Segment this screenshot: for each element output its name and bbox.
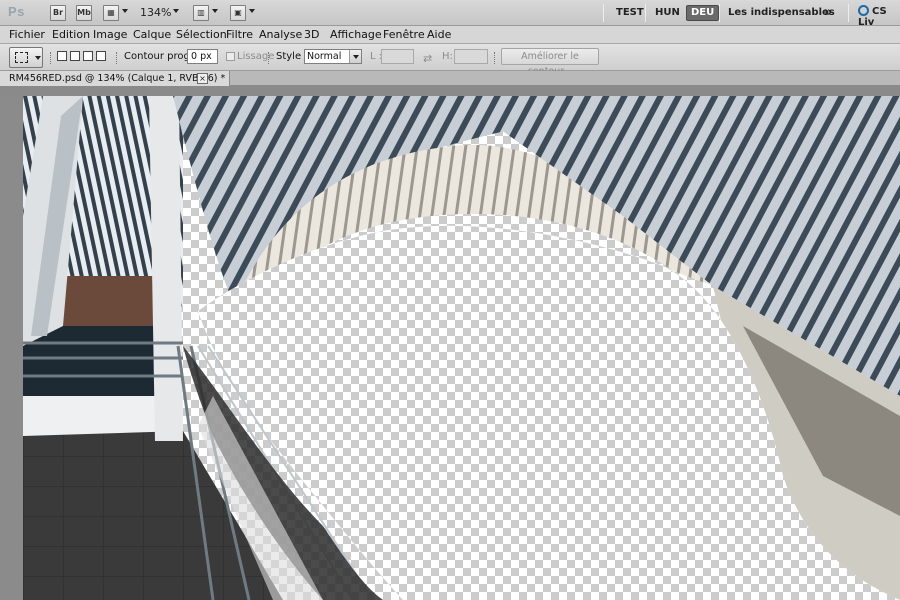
- feather-input[interactable]: 0 px: [187, 49, 218, 64]
- menu-filtre[interactable]: Filtre: [226, 28, 253, 41]
- tool-preset-picker[interactable]: [9, 47, 43, 68]
- divider: [719, 4, 720, 22]
- mini-bridge-button[interactable]: Mb: [76, 5, 92, 21]
- zoom-level[interactable]: 134%: [140, 6, 171, 19]
- menu-edition[interactable]: Edition: [52, 28, 90, 41]
- menu-3d[interactable]: 3D: [304, 28, 319, 41]
- screen-mode-button[interactable]: ▣: [230, 5, 246, 21]
- application-bar: Ps Br Mb ▦ 134% ▥ ▣ TEST HUN DEU Les ind…: [0, 0, 900, 28]
- menu-selection[interactable]: Sélection: [176, 28, 227, 41]
- menu-analyse[interactable]: Analyse: [259, 28, 302, 41]
- height-label: H:: [442, 51, 453, 62]
- photo-layer: [23, 96, 900, 600]
- view-extras-button[interactable]: ▦: [103, 5, 119, 21]
- chevron-down-icon[interactable]: [122, 9, 128, 13]
- document-tab-strip: RM456RED.psd @ 134% (Calque 1, RVB/16) *…: [0, 71, 900, 86]
- cs-live-button[interactable]: CS Liv: [858, 5, 900, 28]
- divider: [645, 4, 646, 22]
- divider: [50, 52, 52, 64]
- workspace-deu-active[interactable]: DEU: [686, 5, 720, 21]
- add-to-selection-icon[interactable]: [70, 51, 80, 61]
- divider: [494, 52, 496, 64]
- chevron-down-icon[interactable]: [173, 9, 179, 13]
- chevron-down-icon[interactable]: [249, 9, 255, 13]
- arrange-icon: ▥: [197, 8, 205, 17]
- chevron-down-icon: [35, 56, 41, 60]
- width-input[interactable]: [381, 49, 414, 64]
- menu-calque[interactable]: Calque: [133, 28, 171, 41]
- divider: [116, 52, 118, 64]
- divider: [268, 52, 270, 64]
- photoshop-logo: Ps: [8, 4, 25, 19]
- document-window: [0, 86, 900, 600]
- menu-affichage[interactable]: Affichage: [330, 28, 382, 41]
- rectangular-marquee-icon: [15, 52, 28, 63]
- chevron-down-icon[interactable]: [212, 9, 218, 13]
- intersect-selection-icon[interactable]: [96, 51, 106, 61]
- swap-width-height-icon[interactable]: ⇄: [423, 52, 432, 65]
- style-select-value: Normal: [307, 51, 342, 62]
- grid-view-icon: ▦: [107, 8, 115, 17]
- subtract-from-selection-icon[interactable]: [83, 51, 93, 61]
- image-canvas[interactable]: [23, 96, 900, 600]
- chevron-down-icon: [349, 50, 361, 63]
- menu-aide[interactable]: Aide: [427, 28, 451, 41]
- canvas-margin: [0, 86, 900, 96]
- refine-edge-button[interactable]: Améliorer le contour...: [501, 48, 599, 77]
- menu-fenetre[interactable]: Fenêtre: [383, 28, 425, 41]
- menu-bar: Fichier Edition Image Calque Sélection F…: [0, 26, 900, 44]
- workspace-test[interactable]: TEST: [612, 5, 648, 21]
- style-label: Style :: [276, 51, 308, 62]
- height-input[interactable]: [454, 49, 488, 64]
- cs-live-icon: [858, 5, 869, 16]
- screen-mode-icon: ▣: [234, 8, 242, 17]
- bridge-launch-button[interactable]: Br: [50, 5, 66, 21]
- workspace-hun[interactable]: HUN: [651, 5, 684, 21]
- new-selection-icon[interactable]: [57, 51, 67, 61]
- divider: [603, 4, 604, 22]
- menu-image[interactable]: Image: [93, 28, 127, 41]
- style-select[interactable]: Normal: [304, 49, 362, 64]
- options-bar: Contour progr. : 0 px Lissage Style : No…: [0, 44, 900, 77]
- arrange-documents-button[interactable]: ▥: [193, 5, 209, 21]
- close-icon[interactable]: ×: [197, 73, 208, 84]
- antialias-checkbox[interactable]: [226, 52, 235, 61]
- menu-fichier[interactable]: Fichier: [9, 28, 45, 41]
- workspace-overflow-button[interactable]: »: [820, 5, 836, 21]
- document-tab-title: RM456RED.psd @ 134% (Calque 1, RVB/16) *: [9, 73, 226, 84]
- divider: [848, 4, 849, 22]
- document-tab[interactable]: RM456RED.psd @ 134% (Calque 1, RVB/16) *: [0, 71, 231, 86]
